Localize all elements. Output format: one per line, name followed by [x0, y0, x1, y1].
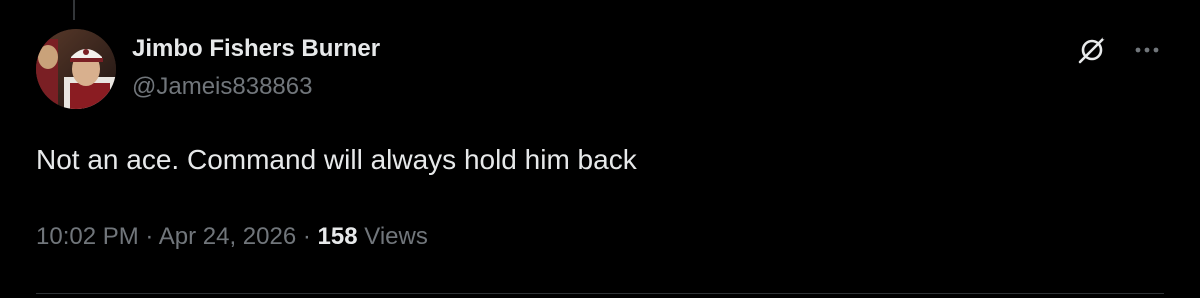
views-count[interactable]: 158 [318, 223, 358, 250]
grok-icon[interactable] [1076, 34, 1108, 66]
tweet-text: Not an ace. Command will always hold him… [36, 144, 637, 175]
tweet-meta: 10:02 PM · Apr 24, 2026 · 158 Views [36, 220, 428, 254]
divider [36, 293, 1164, 294]
more-options-icon[interactable] [1132, 38, 1162, 62]
tweet[interactable]: Jimbo Fishers Burner @Jameis838863 Not a… [0, 0, 1200, 298]
display-name[interactable]: Jimbo Fishers Burner [132, 33, 380, 65]
user-handle[interactable]: @Jameis838863 [132, 71, 380, 103]
avatar-image [36, 29, 116, 109]
tweet-date[interactable]: Apr 24, 2026 [159, 223, 296, 250]
tweet-time[interactable]: 10:02 PM [36, 223, 139, 250]
avatar[interactable] [36, 29, 116, 109]
meta-separator: · [302, 223, 311, 250]
author-info[interactable]: Jimbo Fishers Burner @Jameis838863 [132, 33, 380, 103]
views-label[interactable]: Views [364, 223, 428, 250]
meta-separator: · [145, 223, 154, 250]
